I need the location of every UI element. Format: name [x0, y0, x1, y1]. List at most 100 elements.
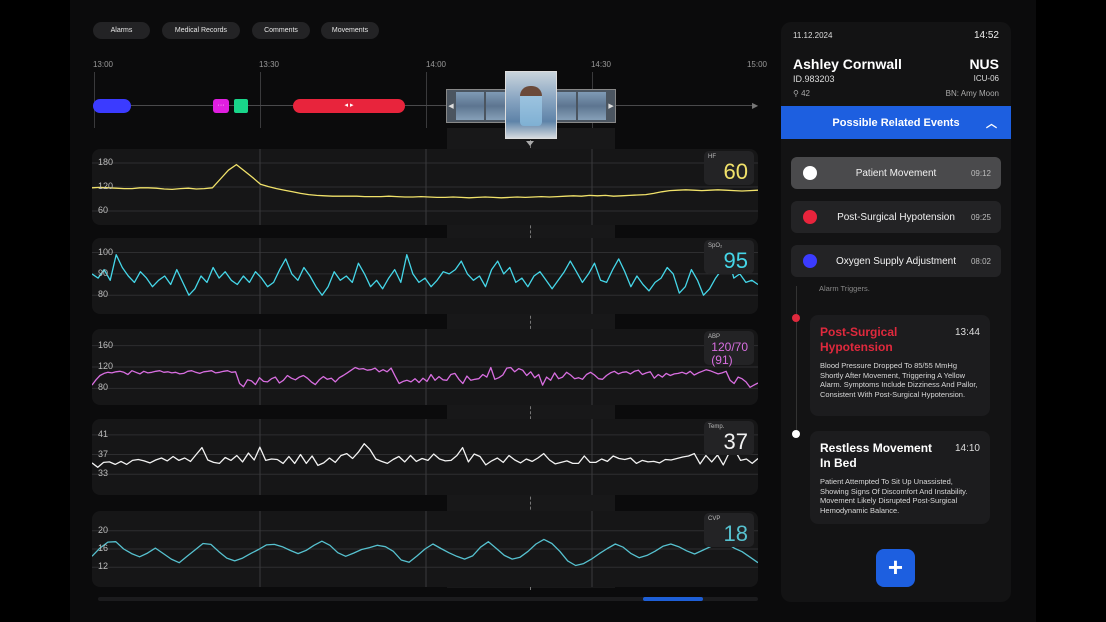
- vital-value-box: CVP 18: [704, 513, 754, 547]
- y-axis-tick-label: 16: [98, 543, 109, 553]
- event-description: Patient Attempted To Sit Up Unassisted, …: [820, 477, 968, 515]
- related-event-item[interactable]: Post-Surgical Hypotension 09:25: [791, 201, 1001, 233]
- nurse-info: BN: Amy Moon: [946, 89, 999, 98]
- vital-panel-hf: 180 120 60 HF 60: [92, 149, 758, 225]
- vital-chart: [92, 511, 758, 587]
- tab-alarms[interactable]: Alarms: [93, 22, 150, 39]
- related-event-label: Oxygen Supply Adjustment: [835, 256, 957, 267]
- current-video-frame[interactable]: [505, 71, 557, 139]
- related-events-header[interactable]: Possible Related Events ︿: [781, 106, 1011, 139]
- y-axis-tick-label: 12: [98, 561, 109, 572]
- related-event-item[interactable]: Oxygen Supply Adjustment 08:02: [791, 245, 1001, 277]
- bed-number-value: 42: [801, 89, 810, 98]
- timeline-event-hypotension[interactable]: ◂ ▸: [293, 99, 405, 113]
- timeline-axis: [93, 105, 755, 106]
- time-tick-label: 14:30: [590, 60, 612, 69]
- vital-panel-spo2: 100 90 80 SpO₂ 95: [92, 238, 758, 314]
- tab-movements[interactable]: Movements: [321, 22, 379, 39]
- vital-panel-abp: 160 120 80 ABP 120/70 (91): [92, 329, 758, 405]
- y-axis-tick-label: 180: [98, 157, 114, 167]
- tab-comments[interactable]: Comments: [252, 22, 310, 39]
- timeline-event-movement[interactable]: ···: [213, 99, 229, 113]
- event-title: Restless Movement In Bed: [820, 441, 933, 470]
- vital-value: 37: [723, 429, 748, 454]
- related-events-title: Possible Related Events: [832, 116, 960, 129]
- y-axis-tick-label: 120: [98, 361, 114, 371]
- playhead-marker-icon[interactable]: [526, 141, 534, 146]
- patient-id: ID.983203: [793, 74, 835, 84]
- y-axis-tick-label: 60: [98, 205, 109, 215]
- related-event-time: 09:25: [970, 213, 991, 222]
- vital-value: 18: [723, 521, 748, 546]
- vital-name: SpO₂: [708, 243, 723, 249]
- chevron-up-icon[interactable]: ︿: [986, 115, 997, 131]
- event-description: Blood Pressure Dropped To 85/55 MmHg Sho…: [820, 361, 978, 399]
- related-event-time: 08:02: [970, 257, 991, 266]
- vital-chart: [92, 329, 758, 405]
- location-pin-icon: ⚲: [793, 89, 799, 98]
- video-frame-thumbnail[interactable]: [577, 92, 607, 120]
- y-axis-tick-label: 90: [98, 267, 109, 278]
- related-event-time: 09:12: [970, 169, 991, 178]
- timeline-event-oxygen[interactable]: [93, 99, 131, 113]
- chevron-left-icon[interactable]: ◀: [447, 102, 455, 110]
- related-event-label: Patient Movement: [855, 168, 937, 179]
- vital-chart: [92, 149, 758, 225]
- event-timeline-dot: [792, 314, 800, 322]
- event-card[interactable]: Post-Surgical Hypotension 13:44 Blood Pr…: [810, 315, 990, 416]
- chevron-right-icon[interactable]: ▶: [607, 102, 615, 110]
- tab-medical-records[interactable]: Medical Records: [162, 22, 240, 39]
- vital-value: 60: [723, 159, 748, 184]
- event-timeline-line: [796, 286, 797, 436]
- vital-value: 120/70 (91): [711, 340, 748, 367]
- vital-name: Temp.: [708, 424, 725, 430]
- unit-name: NUS: [969, 56, 999, 72]
- vital-trace: [92, 254, 758, 296]
- vital-value-box: SpO₂ 95: [704, 240, 754, 274]
- event-time: 14:10: [954, 443, 980, 454]
- time-tick-label: 15:00: [746, 60, 768, 69]
- patient-panel: 11.12.2024 14:52 Ashley Cornwall NUS ID.…: [781, 22, 1011, 602]
- nurse-label: BN:: [945, 89, 959, 98]
- event-title: Post-Surgical Hypotension: [820, 325, 898, 354]
- y-axis-tick-label: 120: [98, 181, 114, 191]
- current-date: 11.12.2024: [793, 31, 833, 40]
- timeline-event-note[interactable]: [234, 99, 248, 113]
- y-axis-tick-label: 20: [98, 524, 109, 535]
- event-description-partial: Alarm Triggers.: [819, 284, 870, 293]
- timeline-scrollbar-thumb[interactable]: [643, 597, 703, 601]
- time-tick-label: 13:00: [92, 60, 114, 69]
- vital-trace: [92, 538, 758, 567]
- y-axis-tick-label: 33: [98, 468, 109, 479]
- time-gridline: [426, 72, 427, 128]
- time-gridline: [260, 72, 261, 128]
- y-axis-tick-label: 100: [98, 246, 114, 257]
- y-axis-tick-label: 37: [98, 448, 109, 459]
- bed-number: ⚲ 42: [793, 89, 810, 98]
- vital-name: CVP: [708, 516, 721, 522]
- y-axis-tick-label: 160: [98, 339, 114, 350]
- vital-trace: [92, 163, 758, 199]
- event-time: 13:44: [954, 327, 980, 338]
- video-frame-thumbnail[interactable]: [456, 92, 485, 120]
- time-tick-label: 13:30: [258, 60, 280, 69]
- vital-value-box: Temp. 37: [704, 421, 754, 455]
- axis-arrow-icon: ▶: [752, 101, 759, 110]
- event-card[interactable]: Restless Movement In Bed 14:10 Patient A…: [810, 431, 990, 524]
- related-event-label: Post-Surgical Hypotension: [837, 212, 955, 223]
- add-event-button[interactable]: +: [876, 549, 915, 587]
- time-tick-label: 14:00: [425, 60, 447, 69]
- y-axis-tick-label: 80: [98, 289, 109, 300]
- vital-chart: [92, 419, 758, 495]
- vital-value: 95: [723, 248, 748, 273]
- vital-value-box: HF 60: [704, 151, 754, 185]
- patient-name: Ashley Cornwall: [793, 56, 902, 72]
- y-axis-tick-label: 80: [98, 382, 109, 393]
- event-timeline-dot: [792, 430, 800, 438]
- vital-panel-temp: 41 37 33 Temp. 37: [92, 419, 758, 495]
- vital-name: HF: [708, 154, 716, 160]
- current-time: 14:52: [973, 30, 999, 41]
- nurse-name: Amy Moon: [960, 89, 999, 98]
- related-event-item[interactable]: Patient Movement 09:12: [791, 157, 1001, 189]
- vital-value-box: ABP 120/70 (91): [704, 331, 754, 367]
